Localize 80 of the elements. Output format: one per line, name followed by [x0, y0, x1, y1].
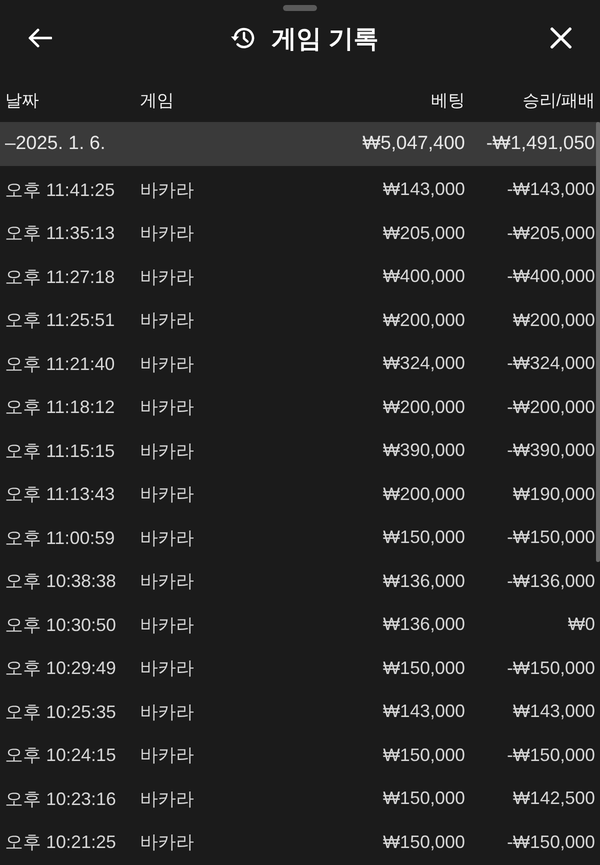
- bet-cell-text: ₩200,000: [382, 396, 465, 418]
- bet-cell-text: ₩390,000: [382, 440, 465, 462]
- time-cell-text: 오후 11:21:40: [5, 352, 116, 376]
- result-cell-text: -₩205,000: [506, 222, 595, 244]
- bet-cell-text: ₩324,000: [382, 353, 465, 374]
- result-cell-text: -₩324,000: [506, 353, 595, 374]
- result-cell-text: ₩200,000: [512, 310, 595, 331]
- group-bet-total: ₩5,047,400: [362, 133, 465, 155]
- time-cell-text: 오후 11:15:15: [5, 440, 116, 463]
- bet-cell-text: ₩150,000: [382, 832, 465, 853]
- time-cell-text: 오후 10:23:16: [5, 788, 118, 811]
- bet-cell-text: ₩205,000: [382, 222, 465, 244]
- column-header: 승리/패배: [521, 90, 595, 112]
- game-cell-text: 바카라: [140, 744, 195, 768]
- bet-cell-text: ₩143,000: [382, 179, 465, 200]
- history-icon: [230, 26, 256, 50]
- game-cell-text: 바카라: [140, 657, 195, 680]
- game-cell-text: 바카라: [140, 222, 195, 246]
- group-date: –2025. 1. 6.: [5, 133, 106, 155]
- result-cell-text: ₩142,500: [512, 788, 595, 810]
- game-cell-text: 바카라: [140, 483, 195, 506]
- bet-cell-text: ₩150,000: [382, 788, 465, 810]
- game-cell-text: 바카라: [140, 526, 195, 550]
- result-cell-text: -₩143,000: [506, 179, 595, 200]
- time-cell-text: 오후 10:25:35: [5, 700, 118, 724]
- time-cell-text: 오후 11:13:43: [5, 483, 116, 506]
- date-group-row[interactable]: –2025. 1. 6. ₩5,047,400 -₩1,491,050: [0, 122, 600, 166]
- close-button[interactable]: [550, 27, 572, 49]
- bet-cell-text: ₩136,000: [382, 570, 465, 592]
- result-cell-text: ₩143,000: [512, 701, 595, 722]
- time-cell-text: 오후 11:18:12: [5, 396, 116, 420]
- time-cell-text: 오후 10:24:15: [5, 744, 118, 768]
- result-cell-text: -₩150,000: [506, 658, 595, 679]
- time-cell-text: 오후 11:35:13: [5, 222, 116, 246]
- result-cell-text: ₩0: [567, 614, 595, 636]
- time-cell-text: 오후 10:29:49: [5, 657, 118, 680]
- column-header: 베팅: [430, 90, 465, 112]
- time-cell-text: 오후 11:27:18: [5, 266, 116, 289]
- bet-cell-text: ₩150,000: [382, 527, 465, 548]
- bet-cell-text: ₩200,000: [382, 310, 465, 331]
- game-cell-text: 바카라: [140, 614, 195, 637]
- result-cell-text: -₩150,000: [506, 832, 595, 853]
- time-cell-text: 오후 10:30:50: [5, 614, 118, 637]
- time-cell-text: 오후 11:25:51: [5, 309, 116, 332]
- page-title: 게임 기록: [272, 24, 378, 54]
- drag-handle[interactable]: [283, 5, 317, 11]
- bet-cell-text: ₩136,000: [382, 614, 465, 636]
- result-cell-text: -₩150,000: [506, 527, 595, 548]
- result-cell-text: -₩200,000: [506, 396, 595, 418]
- time-cell-text: 오후 11:00:59: [5, 526, 116, 550]
- result-cell-text: -₩136,000: [506, 570, 595, 592]
- bet-cell-text: ₩150,000: [382, 658, 465, 679]
- time-cell-text: 오후 11:41:25: [5, 178, 116, 202]
- time-cell-text: 오후 10:21:25: [5, 831, 118, 854]
- time-cell-text: 오후 10:38:38: [5, 570, 118, 594]
- result-cell-text: -₩400,000: [506, 266, 595, 288]
- game-cell-text: 바카라: [140, 570, 195, 594]
- game-cell-text: 바카라: [140, 440, 195, 463]
- column-header: 게임: [140, 90, 175, 112]
- game-cell-text: 바카라: [140, 700, 195, 724]
- game-cell-text: 바카라: [140, 396, 195, 420]
- bet-cell-text: ₩150,000: [382, 744, 465, 766]
- close-icon: [550, 27, 572, 49]
- game-cell-text: 바카라: [140, 352, 195, 376]
- game-cell-text: 바카라: [140, 831, 195, 854]
- scrollbar-thumb[interactable]: [596, 122, 600, 562]
- result-cell-text: -₩390,000: [506, 440, 595, 462]
- back-button[interactable]: [28, 28, 52, 48]
- column-header: 날짜: [5, 90, 40, 112]
- bet-cell-text: ₩200,000: [382, 484, 465, 505]
- game-cell-text: 바카라: [140, 788, 195, 811]
- group-result-total: -₩1,491,050: [485, 133, 595, 155]
- result-cell-text: ₩190,000: [512, 484, 595, 505]
- back-arrow-icon: [28, 28, 52, 48]
- bet-cell-text: ₩143,000: [382, 701, 465, 722]
- game-cell-text: 바카라: [140, 178, 195, 202]
- result-cell-text: -₩150,000: [506, 744, 595, 766]
- bet-cell-text: ₩400,000: [382, 266, 465, 288]
- game-cell-text: 바카라: [140, 266, 195, 289]
- game-cell-text: 바카라: [140, 309, 195, 332]
